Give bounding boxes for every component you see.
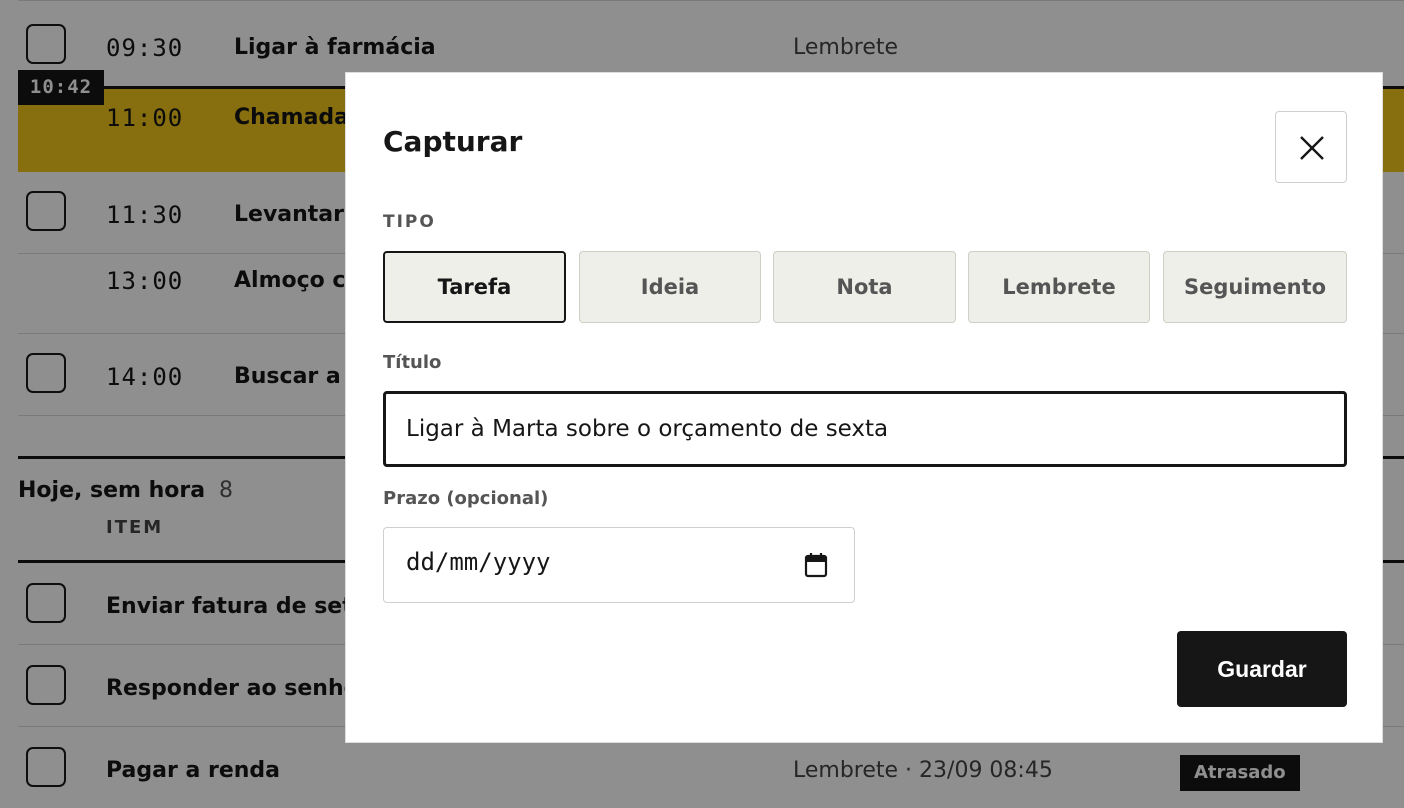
type-option-ideia[interactable]: Ideia (579, 251, 761, 323)
type-option-tarefa[interactable]: Tarefa (383, 251, 566, 323)
due-date-label: Prazo (opcional) (383, 488, 549, 509)
save-button[interactable]: Guardar (1177, 631, 1347, 707)
date-placeholder: dd/mm/yyyy (406, 548, 551, 576)
due-date-input[interactable]: dd/mm/yyyy (383, 527, 855, 603)
dialog-title: Capturar (383, 125, 523, 158)
capture-dialog: Capturar TIPO Tarefa Ideia Nota Lembrete… (345, 72, 1383, 743)
close-button[interactable] (1275, 111, 1347, 183)
title-label: Título (383, 352, 442, 373)
type-label: TIPO (383, 212, 436, 232)
title-input[interactable]: Ligar à Marta sobre o orçamento de sexta (383, 391, 1347, 467)
calendar-icon[interactable] (804, 552, 828, 578)
type-option-nota[interactable]: Nota (773, 251, 956, 323)
type-option-seguimento[interactable]: Seguimento (1163, 251, 1347, 323)
type-option-lembrete[interactable]: Lembrete (968, 251, 1150, 323)
close-icon (1300, 136, 1324, 160)
